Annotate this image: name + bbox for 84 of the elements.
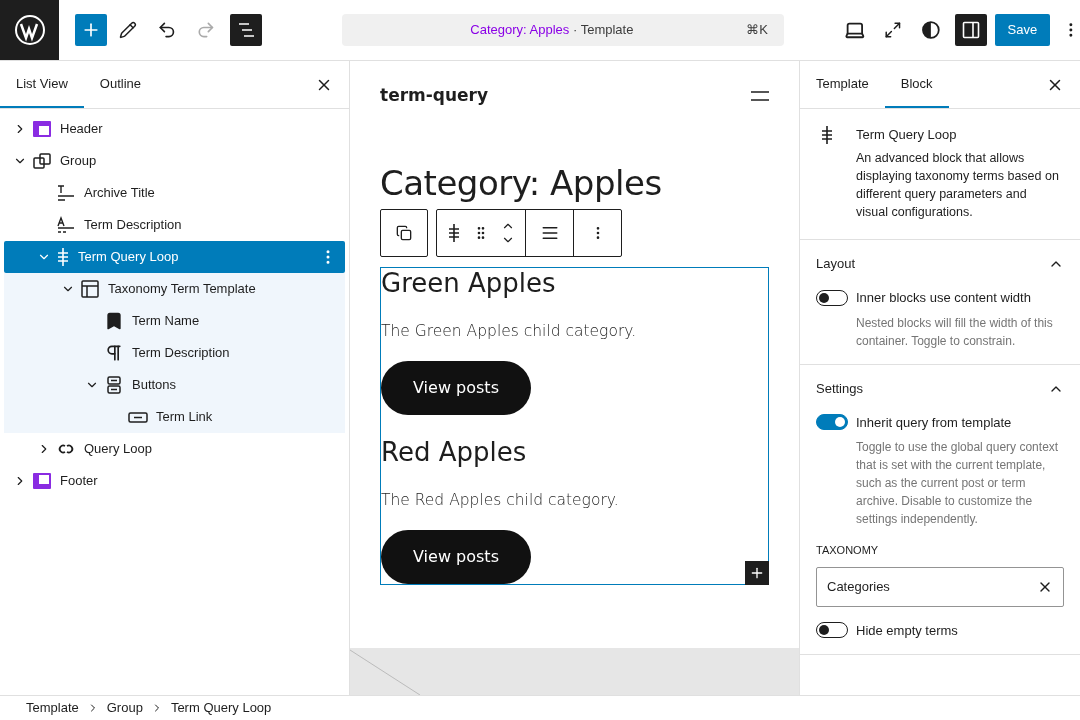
- tree-item[interactable]: Term Link: [4, 401, 345, 433]
- taxonomy-field[interactable]: Categories: [816, 566, 1064, 607]
- title-icon: [56, 183, 76, 203]
- toggle-label: Hide empty terms: [856, 621, 958, 640]
- panel-tab[interactable]: Block: [884, 61, 949, 108]
- contrast-icon[interactable]: [921, 20, 942, 40]
- list-view-button[interactable]: [229, 14, 262, 46]
- tree-item[interactable]: Header: [4, 113, 345, 145]
- tree-item-label: Group: [60, 152, 97, 171]
- tree-item[interactable]: Term Description: [4, 209, 345, 241]
- shortcut-hint: ⌘K: [746, 21, 768, 40]
- plus-icon: [749, 565, 765, 581]
- edit-icon[interactable]: [118, 21, 137, 39]
- parent-block-button[interactable]: [380, 208, 428, 257]
- site-title: term-query: [380, 84, 489, 107]
- tree-item-label: Term Link: [156, 408, 213, 427]
- tree-item-label: Term Query Loop: [78, 248, 179, 267]
- tree-item[interactable]: Archive Title: [4, 177, 345, 209]
- command-bar[interactable]: Category: Apples · Template ⌘K: [341, 14, 784, 46]
- term-description: The Red Apples child category.: [381, 489, 620, 511]
- menu-icon[interactable]: [751, 89, 769, 102]
- toggle-label: Inherit query from template: [856, 413, 1012, 432]
- field-label: TAXONOMY: [816, 543, 880, 558]
- buttons-icon: [104, 375, 124, 395]
- tree-item-label: Archive Title: [84, 184, 155, 203]
- term-name: Red Apples: [381, 436, 528, 467]
- footer-icon: [32, 471, 52, 491]
- section-header[interactable]: Settings: [816, 364, 1064, 413]
- tree-item[interactable]: Term Description: [4, 337, 345, 369]
- save-button[interactable]: Save: [994, 14, 1051, 46]
- tree-item[interactable]: Term Query Loop: [4, 241, 345, 273]
- help-text: Toggle to use the global query context that is set with the current template, such as the current post or term archive. Disable to customize the settings independently.: [856, 439, 1060, 528]
- undo-icon[interactable]: [156, 20, 177, 40]
- breadcrumb-link[interactable]: Term Query Loop: [170, 698, 272, 718]
- tree-item-label: Term Description: [132, 344, 230, 363]
- help-text: Nested blocks will fill the width of this container. Toggle to constrain.: [856, 314, 1054, 350]
- add-block-button[interactable]: [745, 561, 769, 585]
- block-description: An advanced block that allows displaying taxonomy terms based on different query parameters and visual configurations.: [856, 150, 1060, 221]
- template-title: Category: Apples: [470, 21, 570, 40]
- term-name: Green Apples: [381, 267, 557, 298]
- toggle-switch[interactable]: [816, 414, 848, 431]
- tree-item-label: Taxonomy Term Template: [108, 280, 256, 299]
- tree-item-label: Query Loop: [84, 440, 152, 459]
- archive-heading: Category: Apples: [380, 161, 663, 205]
- tree-item-label: Buttons: [132, 376, 177, 395]
- tree-item[interactable]: Query Loop: [4, 433, 345, 465]
- breadcrumb-link[interactable]: Group: [106, 698, 143, 718]
- toggle-switch[interactable]: [816, 622, 848, 639]
- tree-item[interactable]: Term Name: [4, 305, 345, 337]
- tree-item[interactable]: Group: [4, 145, 345, 177]
- toggle-switch[interactable]: [816, 289, 848, 306]
- tree-item-label: Term Name: [132, 312, 200, 331]
- settings-button[interactable]: [955, 14, 987, 46]
- term-query-loop-block[interactable]: Green Apples The Green Apples child category. View posts Red Apples The Red Apples child category. View posts: [380, 266, 769, 585]
- group-icon: [396, 224, 412, 241]
- panel-tab[interactable]: Outline: [83, 61, 157, 108]
- term-loop-icon[interactable]: [447, 222, 461, 243]
- tree-item-label: Header: [60, 120, 103, 139]
- site-logo[interactable]: [0, 0, 60, 60]
- section-header[interactable]: Layout: [816, 240, 1064, 288]
- term-description: The Green Apples child category.: [381, 320, 638, 342]
- panel-tab[interactable]: List View: [0, 61, 84, 108]
- sidebar-icon: [960, 20, 981, 40]
- header-icon: [32, 119, 52, 139]
- fullscreen-icon[interactable]: [883, 21, 902, 39]
- paragraph-icon: [104, 343, 124, 363]
- view-posts-button[interactable]: View posts: [381, 530, 531, 584]
- panel-tab[interactable]: Template: [800, 61, 885, 108]
- tree-item[interactable]: Footer: [4, 465, 345, 497]
- tree-item[interactable]: Taxonomy Term Template: [4, 273, 345, 305]
- group-icon: [32, 151, 52, 171]
- template-type: · Template: [571, 21, 634, 40]
- term-loop-icon: [56, 247, 70, 267]
- description-icon: [56, 215, 76, 235]
- layout-icon: [80, 279, 100, 299]
- tree-item-label: Footer: [60, 472, 98, 491]
- term-loop-icon: [820, 125, 834, 145]
- breadcrumb-link[interactable]: Template: [26, 698, 79, 718]
- bookmark-icon: [104, 311, 124, 331]
- view-posts-button[interactable]: View posts: [381, 360, 531, 415]
- block-name: Term Query Loop: [856, 126, 958, 144]
- tree-item[interactable]: Buttons: [4, 369, 345, 401]
- tree-item-label: Term Description: [84, 216, 182, 235]
- toggle-label: Inner blocks use content width: [856, 289, 1031, 307]
